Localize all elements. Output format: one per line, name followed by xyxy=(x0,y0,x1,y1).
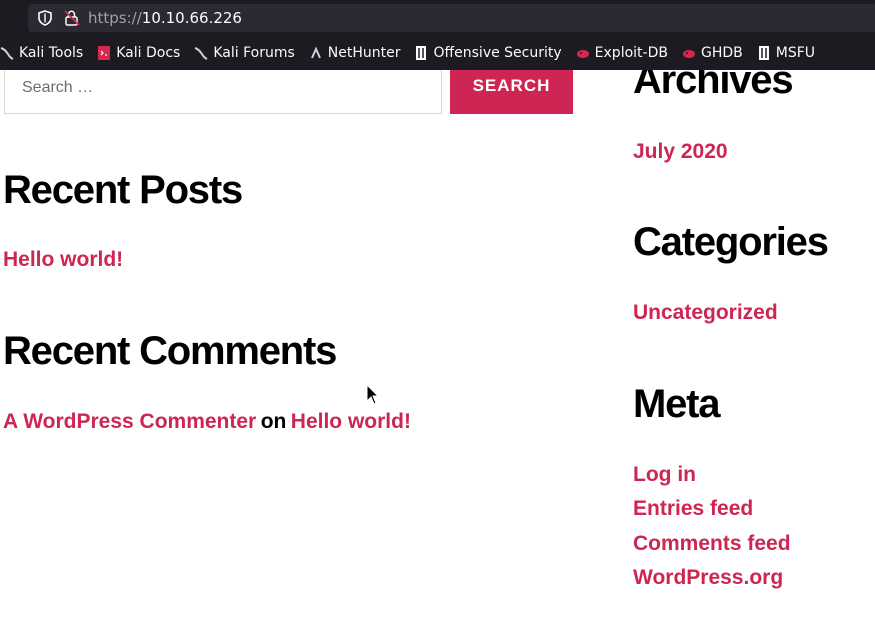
search-button[interactable]: SEARCH xyxy=(450,70,573,114)
meta-title: Meta xyxy=(633,382,721,426)
category-link[interactable]: Uncategorized xyxy=(633,301,778,325)
meta-wordpress-org-link[interactable]: WordPress.org xyxy=(633,566,783,590)
url-text[interactable]: https://10.10.66.226 xyxy=(88,9,242,27)
nethunter-icon xyxy=(309,46,323,60)
mouse-cursor-icon xyxy=(366,383,380,406)
bookmarks-toolbar: Kali Tools Kali Docs Kali Forums NetHunt… xyxy=(0,36,875,70)
meta-comments-feed-link[interactable]: Comments feed xyxy=(633,532,791,556)
meta-login-link[interactable]: Log in xyxy=(633,463,696,487)
bookmark-label: Exploit-DB xyxy=(594,45,668,61)
archives-title: Archives xyxy=(633,70,794,102)
page-content: Search … SEARCH Recent Posts Hello world… xyxy=(0,70,875,633)
offsec-icon xyxy=(757,46,771,60)
tracking-shield-icon[interactable] xyxy=(38,10,52,26)
bookmark-label: NetHunter xyxy=(327,45,401,61)
meta-entries-feed-link[interactable]: Entries feed xyxy=(633,497,753,521)
insecure-lock-icon[interactable] xyxy=(64,9,80,27)
bookmark-ghdb[interactable]: GHDB xyxy=(682,36,743,70)
browser-toolbar: https://10.10.66.226 xyxy=(0,0,875,36)
bookmark-label: MSFU xyxy=(775,45,815,61)
categories-title: Categories xyxy=(633,220,829,264)
url-scheme: https:// xyxy=(88,9,142,27)
bookmark-nethunter[interactable]: NetHunter xyxy=(309,36,401,70)
bookmark-label: Kali Docs xyxy=(116,45,181,61)
bookmark-offensive-security[interactable]: Offensive Security xyxy=(414,36,562,70)
recent-comments-title: Recent Comments xyxy=(3,329,337,373)
bookmark-label: GHDB xyxy=(700,45,743,61)
recent-posts-title: Recent Posts xyxy=(3,168,243,212)
kali-docs-icon xyxy=(97,46,111,60)
offsec-icon xyxy=(414,46,428,60)
bookmark-label: Offensive Security xyxy=(433,45,562,61)
url-host: 10.10.66.226 xyxy=(141,9,242,27)
bookmark-msfu[interactable]: MSFU xyxy=(757,36,815,70)
bookmark-label: Kali Forums xyxy=(213,45,295,61)
kali-dragon-icon xyxy=(0,46,14,60)
bookmark-label: Kali Tools xyxy=(19,45,84,61)
bookmark-kali-docs[interactable]: Kali Docs xyxy=(97,36,180,70)
search-input[interactable]: Search … xyxy=(4,70,442,114)
bookmark-kali-forums[interactable]: Kali Forums xyxy=(194,36,295,70)
recent-post-link[interactable]: Hello world! xyxy=(3,248,123,272)
comment-post-link[interactable]: Hello world! xyxy=(291,410,411,433)
comment-author-link[interactable]: A WordPress Commenter xyxy=(3,410,256,433)
address-bar[interactable]: https://10.10.66.226 xyxy=(28,4,875,32)
archive-link[interactable]: July 2020 xyxy=(633,140,728,164)
bookmark-kali-tools[interactable]: Kali Tools xyxy=(0,36,83,70)
comment-connector: on xyxy=(260,410,287,433)
recent-comment-item: A WordPress Commenter on Hello world! xyxy=(3,410,411,434)
exploitdb-icon xyxy=(682,46,696,60)
exploitdb-icon xyxy=(576,46,590,60)
bookmark-exploit-db[interactable]: Exploit-DB xyxy=(576,36,668,70)
kali-dragon-icon xyxy=(194,46,208,60)
